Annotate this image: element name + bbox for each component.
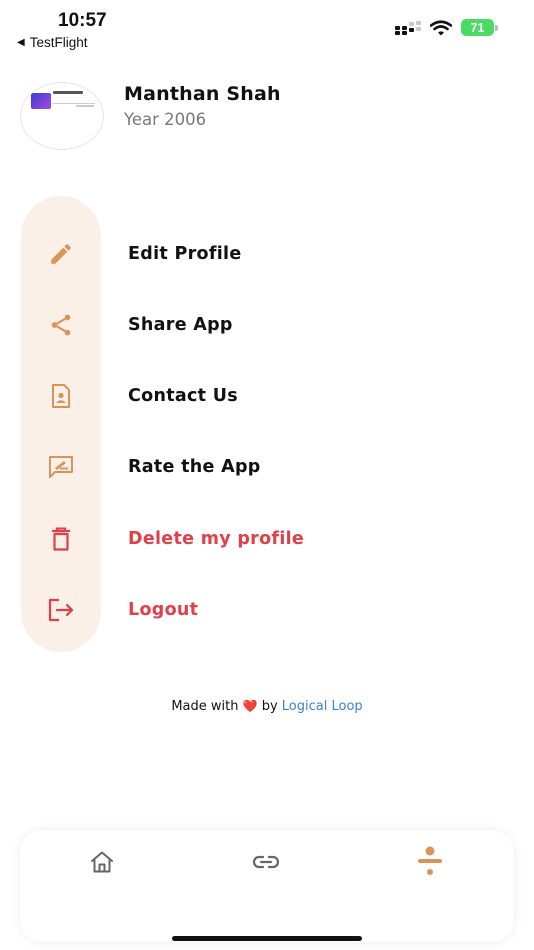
link-icon	[252, 855, 280, 869]
avatar-thumbnail-line	[53, 91, 83, 94]
tab-home[interactable]	[82, 848, 122, 876]
made-with-prefix: Made with	[171, 699, 239, 714]
bottom-tab-bar	[20, 830, 514, 942]
trash-icon	[21, 526, 101, 552]
back-arrow-icon: ◀	[17, 37, 25, 48]
menu-item-share-app[interactable]: Share App	[21, 300, 441, 350]
tab-profile[interactable]	[410, 846, 450, 880]
made-with-by: by	[261, 699, 278, 714]
heart-icon: ❤️	[242, 699, 258, 713]
menu-item-label: Logout	[128, 600, 199, 620]
avatar-thumbnail-image	[31, 93, 51, 109]
menu-item-delete-my-profile[interactable]: Delete my profile	[21, 514, 441, 564]
logout-icon	[21, 597, 101, 623]
battery-tip	[495, 24, 498, 31]
menu-item-label: Share App	[128, 315, 233, 335]
menu-item-logout[interactable]: Logout	[21, 585, 441, 635]
avatar[interactable]	[20, 82, 104, 150]
home-icon	[91, 851, 113, 873]
profile-name: Manthan Shah	[124, 83, 281, 105]
menu-item-edit-profile[interactable]: Edit Profile	[21, 229, 441, 279]
pencil-icon	[21, 241, 101, 267]
status-time: 10:57	[58, 10, 107, 31]
profile-icon	[418, 846, 442, 875]
share-icon	[21, 312, 101, 338]
tab-links[interactable]	[246, 848, 286, 876]
menu-item-label: Delete my profile	[128, 529, 305, 549]
menu-item-label: Contact Us	[128, 386, 238, 406]
menu-item-label: Edit Profile	[128, 244, 242, 264]
brand-link[interactable]: Logical Loop	[282, 699, 363, 714]
made-with-credit: Made with ❤️ by Logical Loop	[0, 699, 534, 714]
menu-item-contact-us[interactable]: Contact Us	[21, 371, 441, 421]
home-indicator	[172, 936, 362, 941]
avatar-thumbnail-line	[76, 105, 94, 107]
contact-icon	[21, 383, 101, 409]
avatar-thumbnail-line	[53, 103, 95, 104]
rate-feedback-icon	[21, 454, 101, 480]
cellular-signal-icon	[395, 20, 421, 35]
profile-year: Year 2006	[124, 110, 207, 129]
menu-item-rate-the-app[interactable]: Rate the App	[21, 442, 441, 492]
back-label: TestFlight	[29, 35, 88, 50]
battery-indicator: 71	[461, 19, 498, 36]
menu-item-label: Rate the App	[128, 457, 261, 477]
back-to-testflight[interactable]: ◀ TestFlight	[17, 35, 87, 50]
status-indicators: 71	[395, 19, 498, 36]
battery-level: 71	[461, 19, 494, 36]
wifi-icon	[430, 19, 452, 35]
